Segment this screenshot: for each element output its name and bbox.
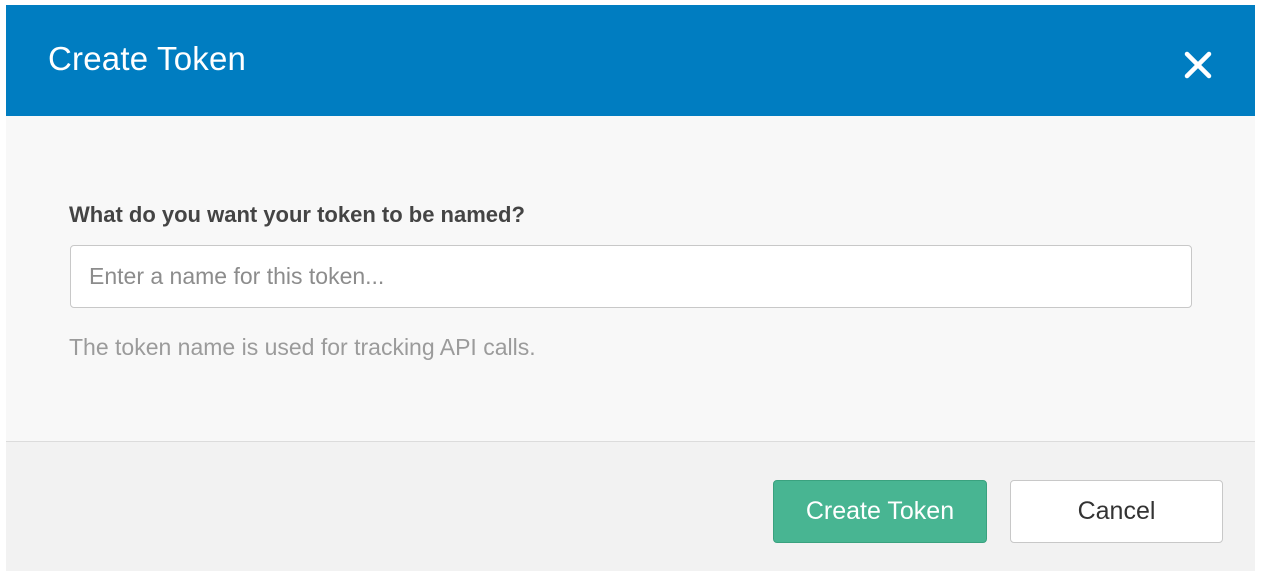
cancel-button[interactable]: Cancel (1010, 480, 1223, 543)
dialog-body: What do you want your token to be named?… (6, 116, 1255, 441)
dialog-footer: Create Token Cancel (6, 441, 1255, 571)
dialog-title: Create Token (48, 40, 247, 77)
create-token-button[interactable]: Create Token (773, 480, 987, 543)
token-name-help-text: The token name is used for tracking API … (69, 334, 536, 360)
close-button[interactable] (1176, 43, 1220, 87)
dialog-header: Create Token (6, 5, 1255, 116)
close-icon (1184, 51, 1212, 79)
token-name-input[interactable] (70, 245, 1192, 308)
create-token-dialog: Create Token What do you want your token… (6, 5, 1255, 571)
token-name-label: What do you want your token to be named? (69, 202, 525, 227)
